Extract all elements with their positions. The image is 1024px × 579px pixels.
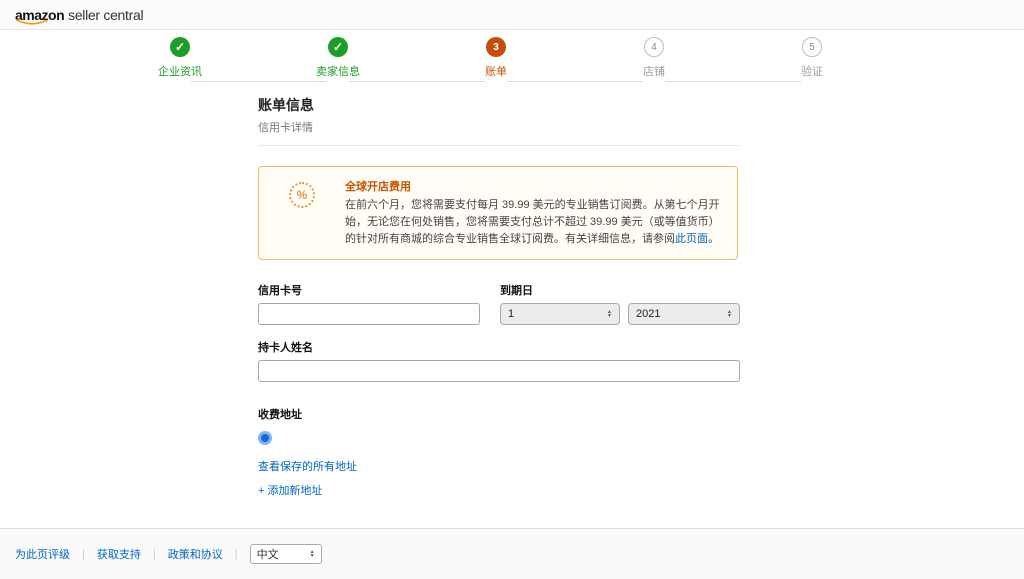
footer-separator: |	[82, 548, 85, 560]
step-verification: 5 验证	[742, 37, 882, 79]
global-selling-fee-notice: % 全球开店费用 在前六个月，您将需要支付每月 39.99 美元的专业销售订阅费…	[258, 166, 738, 260]
step-seller-info: ✓ 卖家信息	[268, 37, 408, 79]
stepper-arrows-icon: ▲▼	[310, 550, 315, 558]
this-page-link[interactable]: 此页面	[675, 233, 708, 245]
expiry-year-select[interactable]: 2021 ▲▼	[628, 303, 740, 325]
page-subtitle: 信用卡详情	[258, 119, 740, 135]
amazon-smile-icon	[16, 19, 50, 26]
step-label: 店铺	[584, 63, 724, 79]
check-icon: ✓	[170, 37, 190, 57]
billing-address-radio[interactable]	[258, 431, 272, 445]
section-divider	[258, 145, 740, 146]
expiry-date-label: 到期日	[500, 282, 740, 298]
stepper-connector	[349, 81, 485, 82]
billing-form-section: 账单信息 信用卡详情 % 全球开店费用 在前六个月，您将需要支付每月 39.99…	[258, 95, 740, 554]
stepper-connector	[191, 81, 327, 82]
check-icon: ✓	[328, 37, 348, 57]
page-footer: 为此页评级 | 获取支持 | 政策和协议 | 中文 ▲▼	[0, 528, 1024, 579]
percent-badge-icon: %	[289, 182, 315, 208]
expiry-month-value: 1	[508, 308, 514, 320]
step-number: 3	[486, 37, 506, 57]
billing-address-label: 收费地址	[258, 406, 740, 422]
expiry-month-select[interactable]: 1 ▲▼	[500, 303, 620, 325]
language-value: 中文	[257, 546, 279, 562]
add-new-address-link[interactable]: + 添加新地址	[258, 482, 740, 498]
language-select[interactable]: 中文 ▲▼	[250, 544, 322, 564]
notice-body-end: 。	[708, 233, 719, 245]
registration-stepper: ✓ 企业资讯 ✓ 卖家信息 3 账单 4 店铺 5 验证	[0, 35, 1024, 85]
top-header: amazon seller central	[0, 0, 1024, 30]
get-support-link[interactable]: 获取支持	[97, 546, 141, 562]
footer-separator: |	[235, 548, 238, 560]
rate-this-page-link[interactable]: 为此页评级	[15, 546, 70, 562]
radio-selected-dot	[261, 434, 269, 442]
step-number: 5	[802, 37, 822, 57]
card-number-input[interactable]	[258, 303, 480, 325]
page-title: 账单信息	[258, 95, 740, 115]
step-number: 4	[644, 37, 664, 57]
stepper-connector	[507, 81, 643, 82]
cardholder-name-label: 持卡人姓名	[258, 339, 740, 355]
policies-agreements-link[interactable]: 政策和协议	[168, 546, 223, 562]
amazon-seller-central-logo[interactable]: amazon seller central	[15, 7, 143, 23]
stepper-arrows-icon: ▲▼	[607, 310, 612, 318]
step-billing: 3 账单	[426, 37, 566, 79]
step-company-info: ✓ 企业资讯	[110, 37, 250, 79]
view-saved-addresses-link[interactable]: 查看保存的所有地址	[258, 458, 740, 474]
logo-seller-central-text: seller central	[68, 7, 143, 23]
cardholder-name-input[interactable]	[258, 360, 740, 382]
stepper-connector	[665, 81, 801, 82]
card-number-label: 信用卡号	[258, 282, 480, 298]
step-label: 验证	[742, 63, 882, 79]
step-label: 企业资讯	[110, 63, 250, 79]
footer-separator: |	[153, 548, 156, 560]
stepper-arrows-icon: ▲▼	[727, 310, 732, 318]
notice-title: 全球开店费用	[345, 178, 723, 194]
notice-body: 在前六个月，您将需要支付每月 39.99 美元的专业销售订阅费。从第七个月开始，…	[345, 197, 723, 248]
step-store: 4 店铺	[584, 37, 724, 79]
notice-body-text: 在前六个月，您将需要支付每月 39.99 美元的专业销售订阅费。从第七个月开始，…	[345, 199, 720, 245]
step-label: 卖家信息	[268, 63, 408, 79]
expiry-year-value: 2021	[636, 308, 660, 320]
step-label: 账单	[426, 63, 566, 79]
